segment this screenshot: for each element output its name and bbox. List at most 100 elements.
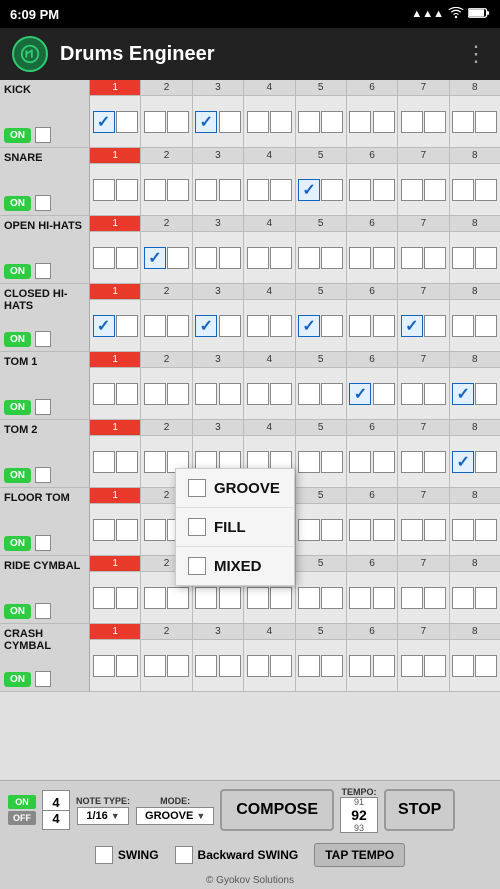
beat-cell-snare-2-1[interactable] — [219, 179, 241, 201]
beat-cell-tom2-0-1[interactable] — [116, 451, 138, 473]
beat-cell-ride-cymbal-3-0[interactable] — [247, 587, 269, 609]
beat-cell-tom2-5-1[interactable] — [373, 451, 395, 473]
beat-cell-snare-1-0[interactable] — [144, 179, 166, 201]
beat-cell-tom1-2-1[interactable] — [219, 383, 241, 405]
swing-checkbox[interactable] — [95, 846, 113, 864]
mode-selector[interactable]: GROOVE ▼ — [136, 807, 214, 825]
beat-cell-crash-cymbal-4-0[interactable] — [298, 655, 320, 677]
beat-cell-snare-5-1[interactable] — [373, 179, 395, 201]
beat-cell-tom2-5-0[interactable] — [349, 451, 371, 473]
beat-cell-snare-3-1[interactable] — [270, 179, 292, 201]
time-signature[interactable]: 4 4 — [42, 790, 70, 830]
beat-cell-crash-cymbal-7-1[interactable] — [475, 655, 497, 677]
beat-cell-tom1-0-1[interactable] — [116, 383, 138, 405]
small-checkbox-kick[interactable] — [35, 127, 51, 143]
mixed-checkbox[interactable] — [188, 557, 206, 575]
menu-button[interactable]: ⋮ — [465, 41, 488, 67]
on-button-closed-hi-hats[interactable]: ON — [4, 332, 31, 347]
beat-cell-closed-hi-hats-3-0[interactable] — [247, 315, 269, 337]
beat-cell-snare-6-0[interactable] — [401, 179, 423, 201]
beat-cell-ride-cymbal-0-1[interactable] — [116, 587, 138, 609]
beat-cell-kick-4-1[interactable] — [321, 111, 343, 133]
beat-cell-tom1-6-1[interactable] — [424, 383, 446, 405]
beat-cell-tom1-4-1[interactable] — [321, 383, 343, 405]
beat-cell-open-hi-hats-7-0[interactable] — [452, 247, 474, 269]
small-checkbox-tom1[interactable] — [35, 399, 51, 415]
beat-cell-tom1-3-0[interactable] — [247, 383, 269, 405]
beat-cell-closed-hi-hats-5-1[interactable] — [373, 315, 395, 337]
small-checkbox-snare[interactable] — [35, 195, 51, 211]
beat-cell-open-hi-hats-4-1[interactable] — [321, 247, 343, 269]
fill-checkbox[interactable] — [188, 518, 206, 536]
beat-cell-kick-2-0[interactable] — [195, 111, 217, 133]
beat-cell-snare-0-1[interactable] — [116, 179, 138, 201]
beat-cell-ride-cymbal-2-0[interactable] — [195, 587, 217, 609]
beat-cell-snare-4-1[interactable] — [321, 179, 343, 201]
beat-cell-open-hi-hats-0-0[interactable] — [93, 247, 115, 269]
beat-cell-floor-tom-5-0[interactable] — [349, 519, 371, 541]
beat-cell-kick-7-1[interactable] — [475, 111, 497, 133]
beat-cell-kick-3-0[interactable] — [247, 111, 269, 133]
beat-cell-ride-cymbal-7-1[interactable] — [475, 587, 497, 609]
beat-cell-open-hi-hats-4-0[interactable] — [298, 247, 320, 269]
beat-cell-open-hi-hats-1-1[interactable] — [167, 247, 189, 269]
dropdown-fill[interactable]: FILL — [176, 508, 294, 547]
beat-cell-ride-cymbal-6-1[interactable] — [424, 587, 446, 609]
beat-cell-ride-cymbal-1-1[interactable] — [167, 587, 189, 609]
beat-cell-closed-hi-hats-1-1[interactable] — [167, 315, 189, 337]
groove-checkbox[interactable] — [188, 479, 206, 497]
beat-cell-tom2-1-0[interactable] — [144, 451, 166, 473]
beat-cell-snare-7-1[interactable] — [475, 179, 497, 201]
beat-cell-floor-tom-4-1[interactable] — [321, 519, 343, 541]
on-button-tom2[interactable]: ON — [4, 468, 31, 483]
beat-cell-tom1-1-0[interactable] — [144, 383, 166, 405]
global-on-button[interactable]: ON — [8, 795, 36, 809]
beat-cell-crash-cymbal-6-1[interactable] — [424, 655, 446, 677]
beat-cell-ride-cymbal-5-1[interactable] — [373, 587, 395, 609]
beat-cell-closed-hi-hats-2-0[interactable] — [195, 315, 217, 337]
beat-cell-crash-cymbal-7-0[interactable] — [452, 655, 474, 677]
beat-cell-floor-tom-1-0[interactable] — [144, 519, 166, 541]
beat-cell-kick-1-1[interactable] — [167, 111, 189, 133]
beat-cell-tom1-5-1[interactable] — [373, 383, 395, 405]
on-button-tom1[interactable]: ON — [4, 400, 31, 415]
beat-cell-ride-cymbal-1-0[interactable] — [144, 587, 166, 609]
beat-cell-tom2-7-1[interactable] — [475, 451, 497, 473]
backward-swing-checkbox[interactable] — [175, 846, 193, 864]
beat-cell-closed-hi-hats-3-1[interactable] — [270, 315, 292, 337]
small-checkbox-floor-tom[interactable] — [35, 535, 51, 551]
beat-cell-tom2-6-0[interactable] — [401, 451, 423, 473]
beat-cell-crash-cymbal-3-1[interactable] — [270, 655, 292, 677]
beat-cell-open-hi-hats-2-0[interactable] — [195, 247, 217, 269]
beat-cell-ride-cymbal-2-1[interactable] — [219, 587, 241, 609]
small-checkbox-tom2[interactable] — [35, 467, 51, 483]
beat-cell-ride-cymbal-0-0[interactable] — [93, 587, 115, 609]
beat-cell-open-hi-hats-5-1[interactable] — [373, 247, 395, 269]
beat-cell-closed-hi-hats-4-0[interactable] — [298, 315, 320, 337]
beat-cell-tom2-4-1[interactable] — [321, 451, 343, 473]
on-button-floor-tom[interactable]: ON — [4, 536, 31, 551]
beat-cell-open-hi-hats-7-1[interactable] — [475, 247, 497, 269]
beat-cell-tom1-3-1[interactable] — [270, 383, 292, 405]
beat-cell-open-hi-hats-6-1[interactable] — [424, 247, 446, 269]
beat-cell-kick-4-0[interactable] — [298, 111, 320, 133]
small-checkbox-crash-cymbal[interactable] — [35, 671, 51, 687]
beat-cell-floor-tom-6-1[interactable] — [424, 519, 446, 541]
beat-cell-kick-3-1[interactable] — [270, 111, 292, 133]
on-button-kick[interactable]: ON — [4, 128, 31, 143]
beat-cell-ride-cymbal-5-0[interactable] — [349, 587, 371, 609]
beat-cell-closed-hi-hats-7-0[interactable] — [452, 315, 474, 337]
beat-cell-crash-cymbal-2-0[interactable] — [195, 655, 217, 677]
beat-cell-open-hi-hats-3-0[interactable] — [247, 247, 269, 269]
beat-cell-closed-hi-hats-6-0[interactable] — [401, 315, 423, 337]
stop-button[interactable]: STOP — [384, 789, 455, 831]
beat-cell-tom1-4-0[interactable] — [298, 383, 320, 405]
on-button-snare[interactable]: ON — [4, 196, 31, 211]
note-type-selector[interactable]: 1/16 ▼ — [77, 807, 128, 825]
beat-cell-closed-hi-hats-1-0[interactable] — [144, 315, 166, 337]
on-button-open-hi-hats[interactable]: ON — [4, 264, 31, 279]
beat-cell-kick-5-0[interactable] — [349, 111, 371, 133]
beat-cell-ride-cymbal-4-0[interactable] — [298, 587, 320, 609]
beat-cell-closed-hi-hats-5-0[interactable] — [349, 315, 371, 337]
on-button-ride-cymbal[interactable]: ON — [4, 604, 31, 619]
